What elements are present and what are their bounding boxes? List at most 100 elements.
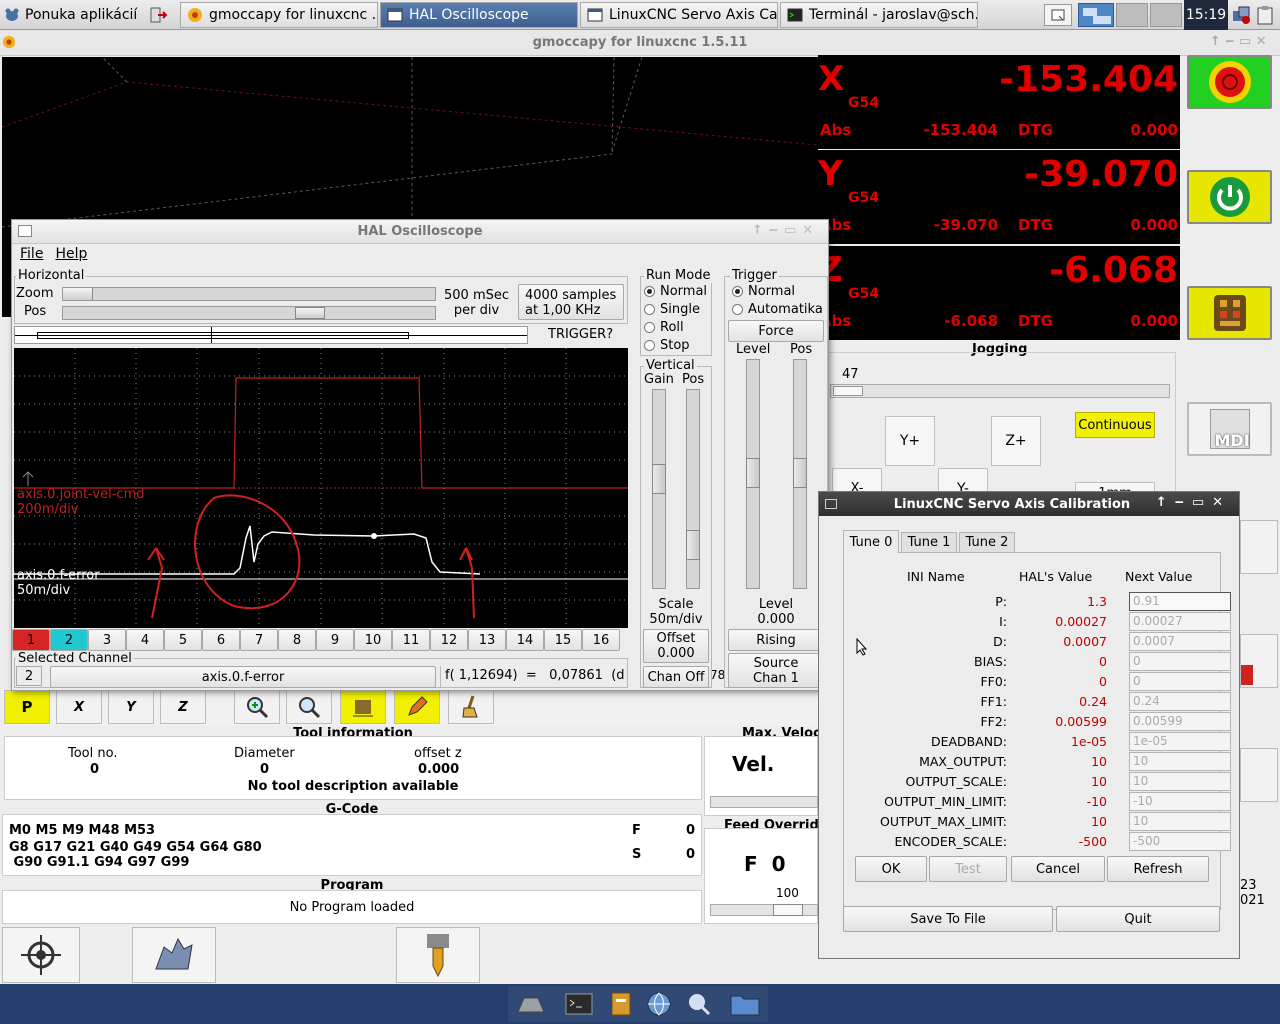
channel-9-button[interactable]: 9 <box>316 629 354 651</box>
dro-y[interactable]: Y G54 -39.070 Abs -39.070 DTG 0.000 <box>818 150 1180 244</box>
param-next-input[interactable]: 0 <box>1129 671 1231 691</box>
offset-button[interactable]: Offset 0.000 <box>643 629 709 663</box>
task-servo-calibration[interactable]: LinuxCNC Servo Axis Ca... <box>580 2 778 28</box>
window-menu-icon[interactable] <box>825 499 837 509</box>
channel-4-button[interactable]: 4 <box>126 629 164 651</box>
param-next-input[interactable]: -10 <box>1129 791 1231 811</box>
tool-button[interactable] <box>396 927 480 983</box>
channel-10-button[interactable]: 10 <box>354 629 392 651</box>
calibration-window-controls[interactable]: ↑‒▭✕ <box>1156 495 1231 510</box>
estop-button[interactable] <box>1187 55 1272 109</box>
channel-2-button[interactable]: 2 <box>50 629 88 651</box>
run-mode-single[interactable]: Single <box>644 302 700 317</box>
side-button-partial-3[interactable] <box>1240 748 1278 802</box>
trigger-level-slider[interactable] <box>746 359 760 589</box>
workspace-2[interactable] <box>1116 3 1148 27</box>
dro-z[interactable]: Z G54 -6.068 Abs -6.068 DTG 0.000 <box>818 246 1180 340</box>
task-terminal[interactable]: Terminál - jaroslav@sch... <box>780 2 978 28</box>
channel-15-button[interactable]: 15 <box>544 629 582 651</box>
param-next-input[interactable]: -500 <box>1129 831 1231 851</box>
tab-tune-0[interactable]: Tune 0 <box>843 530 899 553</box>
mdi-mode-button[interactable]: MDI <box>1187 402 1272 456</box>
scope-display[interactable]: axis.0.joint-vel-cmd 200m/div axis.0.f-e… <box>14 348 628 628</box>
param-next-input[interactable]: 0.91 <box>1129 591 1231 611</box>
chan-off-button[interactable]: Chan Off <box>643 666 709 688</box>
channel-7-button[interactable]: 7 <box>240 629 278 651</box>
position-slider[interactable] <box>62 306 436 320</box>
applications-menu-button[interactable]: Ponuka aplikácií <box>4 3 137 27</box>
ok-button[interactable]: OK <box>855 856 927 882</box>
trigger-mode-auto[interactable]: Automatika <box>732 302 823 317</box>
acquire-settings-button[interactable]: 4000 samples at 1,00 KHz <box>518 284 624 320</box>
channel-6-button[interactable]: 6 <box>202 629 240 651</box>
run-mode-stop[interactable]: Stop <box>644 338 690 353</box>
trigger-mode-normal[interactable]: Normal <box>732 284 795 299</box>
param-next-input[interactable]: 1e-05 <box>1129 731 1231 751</box>
param-next-input[interactable]: 0 <box>1129 651 1231 671</box>
search-dock-icon[interactable] <box>682 988 716 1020</box>
param-next-input[interactable]: 0.00027 <box>1129 611 1231 631</box>
clipboard-icon[interactable] <box>1254 4 1276 26</box>
run-mode-roll[interactable]: Roll <box>644 320 684 335</box>
channel-13-button[interactable]: 13 <box>468 629 506 651</box>
web-browser-dock-icon[interactable] <box>642 988 676 1020</box>
window-menu-icon[interactable] <box>18 225 32 237</box>
channel-11-button[interactable]: 11 <box>392 629 430 651</box>
param-next-input[interactable]: 0.0007 <box>1129 631 1231 651</box>
param-next-input[interactable]: 10 <box>1129 751 1231 771</box>
side-button-partial-2[interactable] <box>1240 634 1278 688</box>
refresh-button[interactable]: Refresh <box>1107 856 1209 882</box>
tab-tune-1[interactable]: Tune 1 <box>901 532 957 553</box>
terminal-dock-icon[interactable] <box>562 988 596 1020</box>
zoom-in-button[interactable] <box>234 690 280 724</box>
file-manager-dock-icon[interactable] <box>604 988 638 1020</box>
jog-continuous-button[interactable]: Continuous <box>1075 412 1155 438</box>
jog-y-plus-button[interactable]: Y+ <box>885 416 935 466</box>
trigger-edge-button[interactable]: Rising <box>728 629 824 651</box>
run-mode-normal[interactable]: Normal <box>644 284 707 299</box>
view-y-button[interactable]: Y <box>108 690 154 724</box>
channel-12-button[interactable]: 12 <box>430 629 468 651</box>
workspace-1[interactable] <box>1078 3 1114 27</box>
tab-tune-2[interactable]: Tune 2 <box>959 532 1015 553</box>
channel-3-button[interactable]: 3 <box>88 629 126 651</box>
toolbar-button-1[interactable]: P <box>4 690 50 724</box>
channel-14-button[interactable]: 14 <box>506 629 544 651</box>
param-next-input[interactable]: 10 <box>1129 811 1231 831</box>
touch-off-button[interactable] <box>132 927 216 983</box>
clock[interactable]: 15:19 <box>1184 0 1228 30</box>
gmoccapy-window-controls[interactable]: ↑ ‒ ▭ ✕ <box>1210 34 1267 49</box>
gain-slider[interactable] <box>652 389 666 589</box>
logout-icon[interactable] <box>146 4 170 26</box>
cancel-button[interactable]: Cancel <box>1011 856 1105 882</box>
vertical-pos-slider[interactable] <box>686 389 700 589</box>
channel-1-button[interactable]: 1 <box>12 629 50 651</box>
show-desktop-dock-icon[interactable] <box>514 988 548 1020</box>
view-z-button[interactable]: Z <box>160 690 206 724</box>
channel-5-button[interactable]: 5 <box>164 629 202 651</box>
channel-8-button[interactable]: 8 <box>278 629 316 651</box>
manual-mode-button[interactable] <box>1187 286 1272 340</box>
machine-power-button[interactable] <box>1187 170 1272 224</box>
selected-channel-name-button[interactable]: axis.0.f-error <box>50 666 436 688</box>
show-desktop-icon[interactable] <box>1044 4 1072 26</box>
trigger-source-button[interactable]: Source Chan 1 <box>728 653 824 688</box>
clear-plot-button[interactable] <box>448 690 494 724</box>
side-button-partial-1[interactable] <box>1240 520 1278 574</box>
zoom-slider[interactable] <box>62 287 436 301</box>
feed-override-slider[interactable] <box>710 904 818 916</box>
jog-z-plus-button[interactable]: Z+ <box>991 416 1041 466</box>
scope-window-controls[interactable]: ↑‒▭✕ <box>752 223 819 238</box>
channel-16-button[interactable]: 16 <box>582 629 620 651</box>
param-next-input[interactable]: 0.24 <box>1129 691 1231 711</box>
zoom-out-button[interactable] <box>286 690 332 724</box>
jog-velocity-slider[interactable] <box>830 384 1170 398</box>
force-trigger-button[interactable]: Force <box>728 320 824 342</box>
param-next-input[interactable]: 0.00599 <box>1129 711 1231 731</box>
max-velocity-slider[interactable] <box>710 796 818 808</box>
draw-tool-button[interactable] <box>394 690 440 724</box>
dimensions-button[interactable] <box>340 690 386 724</box>
task-gmoccapy[interactable]: gmoccapy for linuxcnc ... <box>180 2 378 28</box>
home-button[interactable] <box>2 927 80 983</box>
test-button[interactable]: Test <box>929 856 1007 882</box>
